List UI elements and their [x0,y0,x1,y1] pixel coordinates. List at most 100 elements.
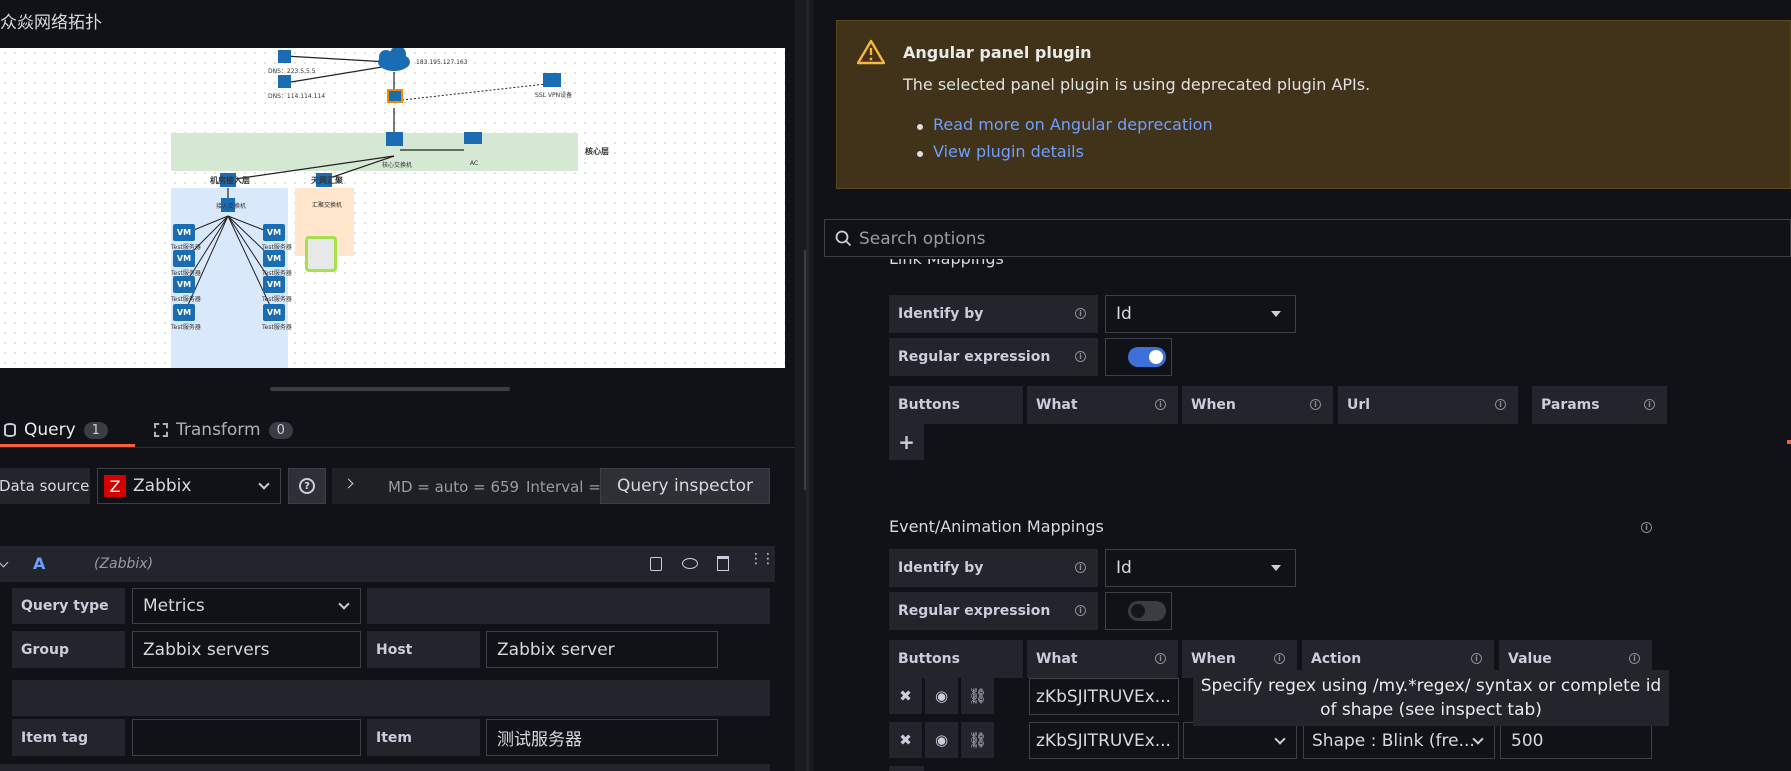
datasource-picker[interactable]: Z Zabbix [97,468,281,504]
datasource-help-button[interactable]: ? [288,468,326,504]
regex-tooltip: Specify regex using /my.*regex/ syntax o… [1193,670,1669,726]
ssl-vpn-label: SSL VPN设备 [535,92,573,99]
info-icon[interactable]: i [1075,605,1086,616]
info-icon[interactable]: i [1075,308,1086,319]
datasource-label: Data source [0,468,90,504]
chevron-down-icon [1274,732,1286,745]
tabs-divider [0,447,795,448]
info-icon[interactable]: i [1471,653,1482,664]
link-icon[interactable]: ⛓ [961,678,994,714]
ssl-vpn-icon[interactable] [543,73,561,87]
search-options-input[interactable]: Search options [824,219,1791,257]
core-switch-label: 核心交换机 [382,162,413,169]
value-input[interactable]: 500 [1500,722,1652,759]
host-label: Host [367,631,480,668]
alert-title: Angular panel plugin [903,43,1092,62]
vm-icon[interactable]: VM [263,250,285,267]
tab-query[interactable]: Query 1 [4,412,108,448]
vm-caption: Test服务器 [262,270,292,277]
alert-body: The selected panel plugin is using depre… [903,75,1371,94]
dns-server-2-icon[interactable] [278,75,291,88]
info-icon[interactable]: i [1274,653,1285,664]
query-row-bottom [0,764,770,771]
action-select[interactable]: Shape : Blink (fre... [1303,722,1495,759]
identify-by-select[interactable]: Id [1105,295,1296,333]
vm-icon[interactable]: VM [173,250,195,267]
vm-caption: Test服务器 [262,244,292,251]
pane-divider[interactable] [806,0,809,771]
identify-by-select[interactable]: Id [1105,549,1296,587]
query-inspector-button[interactable]: Query inspector [600,468,770,504]
group-input[interactable]: Zabbix servers [132,631,361,668]
warning-icon [857,39,885,65]
column-header: What i [1027,640,1178,678]
query-row-header[interactable]: A (Zabbix) ⋮⋮ [0,546,775,582]
drag-handle-icon[interactable]: ⋮⋮ [749,552,775,566]
vm-caption: Test服务器 [171,324,201,331]
identify-by-value: Id [1116,558,1132,578]
vm-icon[interactable]: VM [263,224,285,241]
firewall-icon[interactable] [387,89,403,103]
delete-row-button[interactable]: ✖ [889,678,922,714]
info-icon[interactable]: i [1629,653,1640,664]
add-link-mapping-button[interactable]: + [889,424,924,460]
ac-icon[interactable] [464,132,482,144]
query-tabs: Query 1 Transform 0 [0,412,795,448]
dns-2-label: DNS：114.114.114 [268,93,326,100]
vm-icon[interactable]: VM [173,304,195,321]
collapse-chevron-icon[interactable] [0,557,9,568]
column-header: When i [1182,386,1333,424]
duplicate-icon[interactable] [650,557,662,571]
plugin-details-link[interactable]: View plugin details [933,142,1084,161]
info-icon[interactable]: i [1155,399,1166,410]
regex-label: Regular expression i [889,592,1098,630]
dns-server-1-icon[interactable] [278,50,291,63]
zabbix-logo-icon: Z [104,475,126,497]
link-mappings-title: Link Mappings [889,259,1004,271]
eye-icon[interactable] [682,558,698,569]
when-select[interactable] [1183,722,1297,759]
topology-canvas[interactable]: VM VM VM VM VM VM VM VM Test服务器 Test服务器 … [0,48,785,368]
vm-icon[interactable]: VM [263,276,285,293]
search-icon [835,230,852,247]
trash-icon[interactable] [717,556,729,571]
regex-toggle[interactable] [1128,601,1166,621]
column-header: Buttons [889,386,1023,424]
what-input[interactable]: zKbSJITRUVEx... [1029,678,1179,715]
vm-icon[interactable]: VM [173,224,195,241]
identify-by-label: Identify by i [889,295,1098,333]
query-type-select[interactable]: Metrics [132,588,361,624]
info-icon[interactable]: i [1644,399,1655,410]
caret-down-icon [1271,565,1281,571]
info-icon[interactable]: i [1075,562,1086,573]
pane-resize-handle[interactable] [270,387,510,391]
info-icon[interactable]: i [1075,351,1086,362]
column-header: Buttons [889,640,1023,678]
eye-icon[interactable]: ◉ [925,678,958,714]
tab-transform[interactable]: Transform 0 [154,412,293,448]
query-ref-id[interactable]: A [33,554,45,573]
group-label: Group [12,631,125,668]
item-tag-input[interactable] [132,719,361,756]
core-switch-icon[interactable] [386,132,403,146]
link-icon[interactable]: ⛓ [961,722,994,758]
identify-by-label: Identify by i [889,549,1098,587]
vm-caption: Test服务器 [171,270,201,277]
eye-icon[interactable]: ◉ [925,722,958,758]
host-input[interactable]: Zabbix server [486,631,718,668]
angular-deprecation-link[interactable]: Read more on Angular deprecation [933,115,1213,134]
search-placeholder: Search options [859,229,986,249]
info-icon[interactable]: i [1495,399,1506,410]
info-icon[interactable]: i [1641,522,1652,533]
info-icon[interactable]: i [1310,399,1321,410]
what-input[interactable]: zKbSJITRUVEx... [1029,722,1179,759]
vm-icon[interactable]: VM [263,304,285,321]
info-icon[interactable]: i [1155,653,1166,664]
vm-icon[interactable]: VM [173,276,195,293]
panel-editor-left: 众焱网络拓扑 VM VM VM VM VM VM VM VM Test服务器 T… [0,0,807,771]
regex-toggle[interactable] [1128,347,1166,367]
core-layer-label: 核心层 [585,147,609,156]
item-input[interactable]: 测试服务器 [486,719,718,756]
storage-icon[interactable] [305,236,337,272]
delete-row-button[interactable]: ✖ [889,722,922,758]
